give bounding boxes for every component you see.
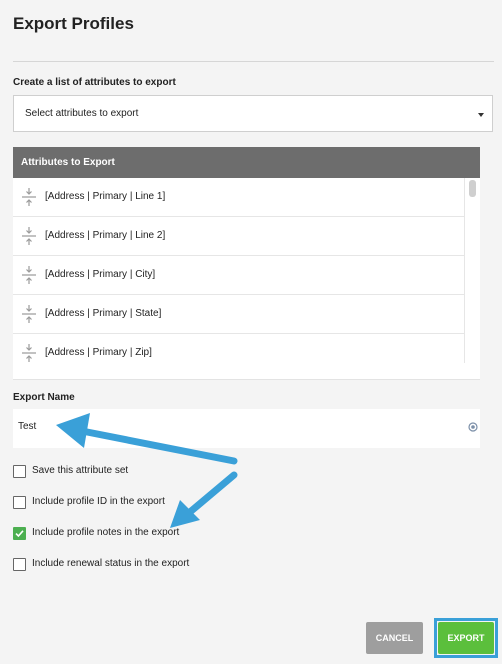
attribute-select-placeholder: Select attributes to export (25, 108, 139, 119)
list-item-label: [Address | Primary | Line 1] (45, 191, 166, 202)
include-renewal-status-label: Include renewal status in the export (32, 558, 190, 569)
checkmark-icon (15, 530, 24, 538)
attributes-table: Attributes to Export [Address | Primary … (13, 147, 480, 380)
list-item[interactable]: [Address | Primary | Zip] (13, 334, 465, 363)
list-item-label: [Address | Primary | City] (45, 269, 156, 280)
list-item[interactable]: [Address | Primary | Line 1] (13, 178, 465, 217)
list-item-label: [Address | Primary | Line 2] (45, 230, 166, 241)
list-item[interactable]: [Address | Primary | Line 2] (13, 217, 465, 256)
include-profile-id-checkbox[interactable] (13, 496, 26, 509)
list-item[interactable]: [Address | Primary | City] (13, 256, 465, 295)
drag-handle-icon[interactable] (22, 304, 36, 324)
chevron-down-icon (478, 113, 484, 117)
cancel-button[interactable]: CANCEL (366, 622, 423, 654)
list-item-label: [Address | Primary | Zip] (45, 347, 152, 358)
export-name-value[interactable]: Test (18, 421, 36, 432)
save-attribute-set-checkbox[interactable] (13, 465, 26, 478)
include-profile-notes-label: Include profile notes in the export (32, 527, 180, 538)
attribute-picker-label: Create a list of attributes to export (13, 77, 176, 88)
export-name-label: Export Name (13, 392, 75, 403)
clear-icon[interactable] (468, 422, 478, 432)
drag-handle-icon[interactable] (22, 226, 36, 246)
export-button[interactable]: EXPORT (438, 622, 494, 654)
drag-handle-icon[interactable] (22, 187, 36, 207)
attributes-list: [Address | Primary | Line 1] [Address | … (13, 178, 465, 363)
list-scrollbar[interactable] (466, 178, 480, 379)
drag-handle-icon[interactable] (22, 343, 36, 363)
page-title: Export Profiles (13, 14, 134, 33)
include-profile-id-label: Include profile ID in the export (32, 496, 165, 507)
list-scrollbar-thumb[interactable] (469, 180, 476, 197)
title-divider (13, 61, 494, 62)
save-attribute-set-label: Save this attribute set (32, 465, 129, 476)
attributes-table-header: Attributes to Export (13, 147, 480, 178)
annotation-arrow-to-notes (170, 471, 238, 528)
attributes-table-header-label: Attributes to Export (21, 157, 115, 168)
attribute-select[interactable]: Select attributes to export (13, 95, 493, 132)
export-name-field[interactable]: Test (13, 409, 480, 448)
list-item[interactable]: [Address | Primary | State] (13, 295, 465, 334)
list-item-label: [Address | Primary | State] (45, 308, 162, 319)
include-profile-notes-checkbox[interactable] (13, 527, 26, 540)
include-renewal-status-checkbox[interactable] (13, 558, 26, 571)
drag-handle-icon[interactable] (22, 265, 36, 285)
